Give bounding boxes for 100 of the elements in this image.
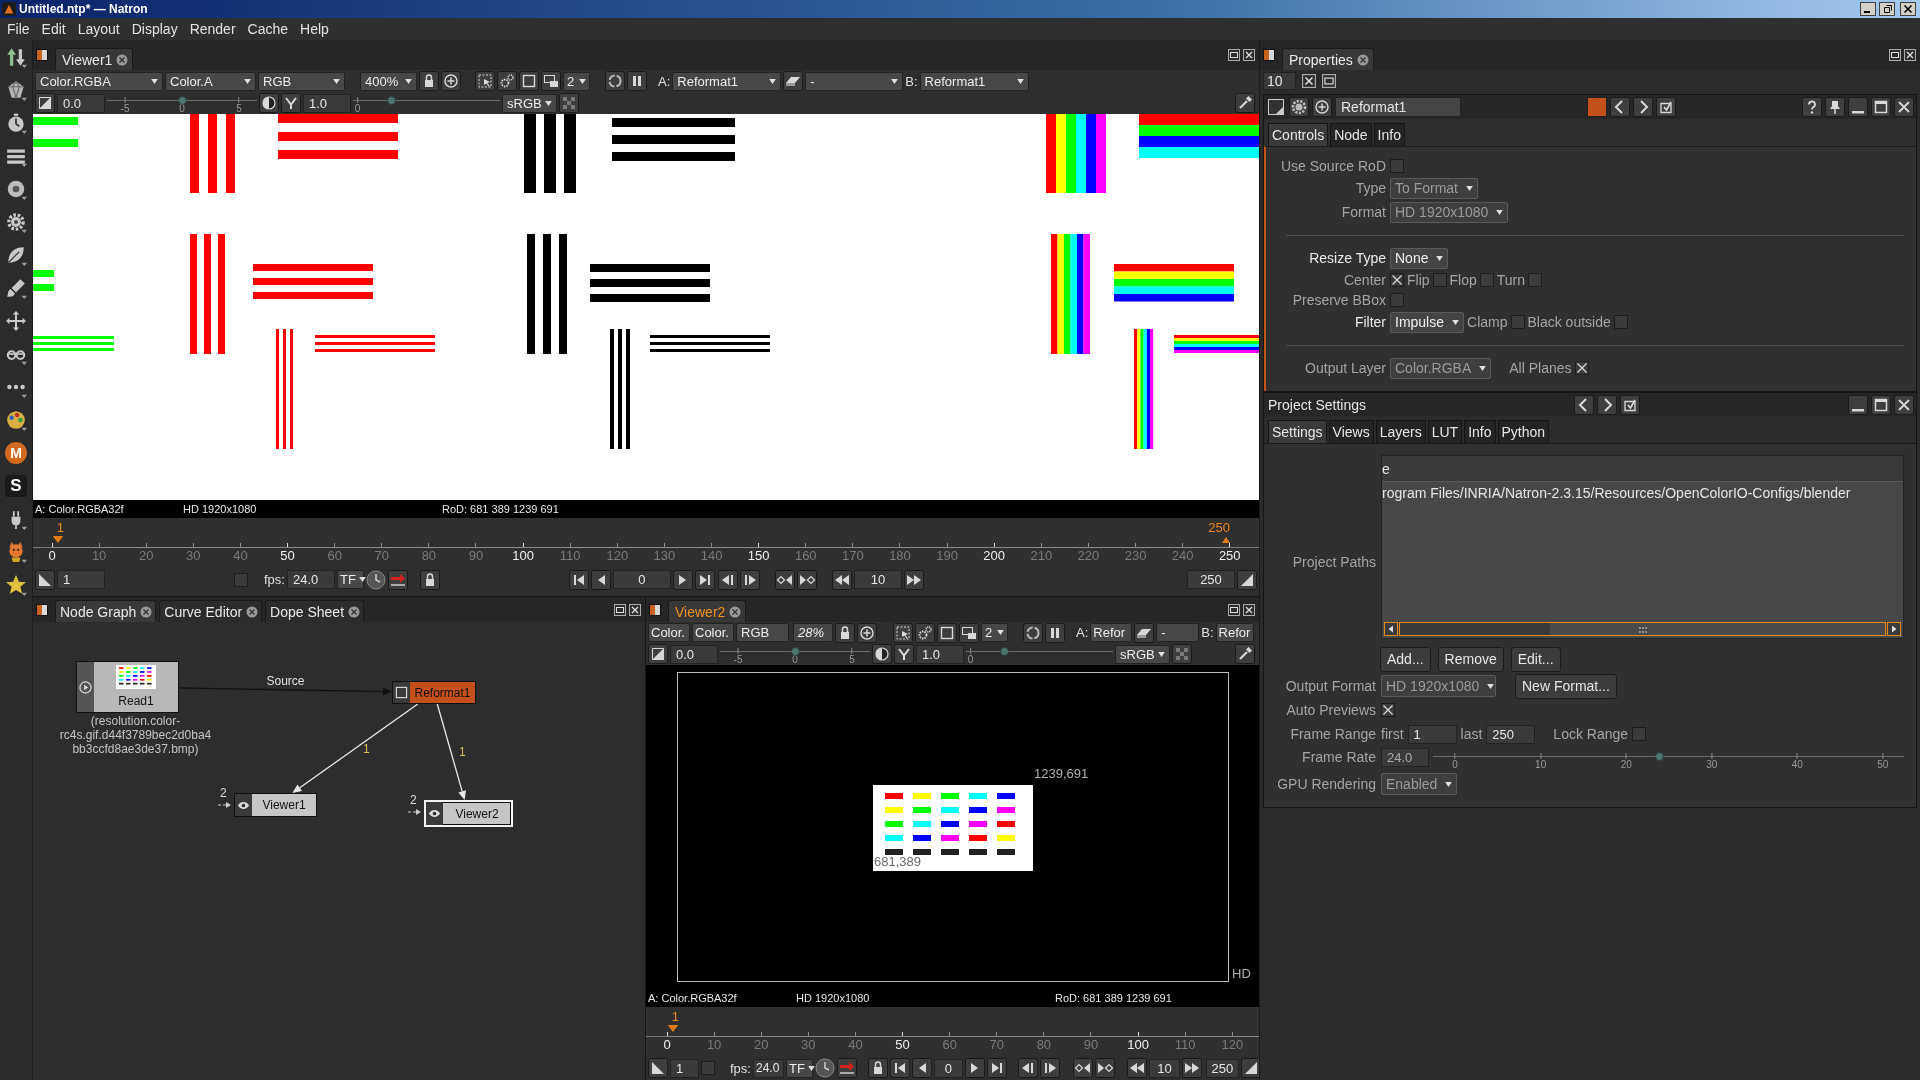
input-a-dropdown[interactable]: Reformat1 <box>672 71 782 91</box>
refresh-icon[interactable] <box>1023 622 1043 643</box>
first-frame-field[interactable]: 1 <box>57 570 105 589</box>
skip-forward-icon[interactable] <box>986 1058 1007 1078</box>
display-channels-dropdown[interactable]: RGB <box>258 71 345 91</box>
star-icon[interactable] <box>5 574 27 596</box>
screens-icon[interactable] <box>541 71 561 91</box>
help-icon[interactable] <box>1802 97 1822 117</box>
square-icon[interactable] <box>937 622 957 643</box>
plus-circle-icon[interactable] <box>1312 97 1332 117</box>
colorspace-dropdown[interactable]: sRGB <box>1115 644 1170 664</box>
parameter-dropdown[interactable]: None <box>1390 247 1449 269</box>
first-frame-field[interactable]: 1 <box>670 1058 699 1078</box>
settings-tab[interactable]: Layers <box>1375 420 1426 443</box>
palette-icon[interactable] <box>5 409 27 431</box>
screens-icon[interactable] <box>959 622 979 643</box>
chevron-right-icon[interactable] <box>1597 394 1618 415</box>
letter-tool-icon[interactable]: S <box>5 475 27 497</box>
clock-icon[interactable] <box>814 1058 835 1078</box>
properties-tab[interactable]: Properties <box>1282 48 1374 70</box>
lock-icon[interactable] <box>419 71 439 91</box>
playhead-icon[interactable] <box>667 1025 679 1032</box>
first-frame-field[interactable]: 1 <box>1407 724 1457 744</box>
dashed-square-icon[interactable] <box>893 622 913 643</box>
fps-field[interactable]: 24.0 <box>752 1058 784 1078</box>
end-marker-icon[interactable] <box>1222 537 1230 543</box>
close-icon[interactable] <box>1894 394 1914 415</box>
checkbox[interactable] <box>1613 315 1628 329</box>
split-square-icon[interactable] <box>36 603 48 616</box>
zoom-dropdown[interactable]: 28% <box>793 623 833 642</box>
composite-dropdown[interactable]: - <box>1156 623 1200 642</box>
input-b-dropdown[interactable]: Refor <box>1215 623 1254 642</box>
refresh-icon[interactable] <box>605 71 625 91</box>
display-channels-dropdown[interactable]: RGB <box>736 623 789 642</box>
menu-item[interactable]: File <box>1 19 36 39</box>
dotted-circles-icon[interactable] <box>497 71 517 91</box>
square-icon[interactable] <box>519 71 539 91</box>
table-cell[interactable]: rogram Files/INRIA/Natron-2.3.15/Resources/OpenColorIO-Configs/blender <box>1382 482 1903 504</box>
menu-item[interactable]: Render <box>183 19 242 39</box>
checkbox[interactable] <box>1528 273 1543 287</box>
rewind-icon[interactable] <box>831 569 852 590</box>
settings-tab[interactable]: Views <box>1328 420 1374 443</box>
settings-tab[interactable]: Node <box>1330 123 1372 146</box>
corner-triangle-icon[interactable] <box>1240 1058 1259 1078</box>
close-icon[interactable] <box>1900 2 1916 16</box>
last-frame-field[interactable]: 250 <box>1205 1058 1239 1078</box>
close-icon[interactable] <box>629 603 641 616</box>
lock-icon[interactable] <box>867 1058 888 1078</box>
diagonal-square-icon[interactable] <box>648 644 668 664</box>
eyedropper-icon[interactable] <box>1235 93 1255 113</box>
menu-item[interactable]: Display <box>125 19 184 39</box>
maximize-icon[interactable] <box>1871 394 1891 415</box>
menu-item[interactable]: Edit <box>35 19 72 39</box>
viewer-tab[interactable]: Viewer2 <box>668 600 747 622</box>
gain-field[interactable]: 0.0 <box>57 93 105 113</box>
path-button[interactable]: Add... <box>1380 646 1431 672</box>
close-icon[interactable] <box>1243 603 1255 616</box>
maximize-icon[interactable] <box>1871 97 1891 117</box>
chevron-left-icon[interactable] <box>1610 97 1630 117</box>
checkbox[interactable] <box>1390 293 1404 307</box>
stopwatch-icon[interactable] <box>5 112 27 134</box>
split-square-icon[interactable] <box>1263 49 1275 61</box>
gamma-icon[interactable] <box>894 644 914 664</box>
restore-icon[interactable] <box>1879 2 1895 16</box>
pause-icon[interactable] <box>1045 622 1065 643</box>
lock-icon[interactable] <box>419 569 440 590</box>
contrast-icon[interactable] <box>872 644 892 664</box>
checkerboard-icon[interactable] <box>559 93 579 113</box>
viewer-tab[interactable]: Viewer1 <box>55 48 134 70</box>
square-corner-icon[interactable] <box>1266 97 1286 117</box>
diamond-back-icon[interactable] <box>1072 1058 1093 1078</box>
close-icon[interactable] <box>1894 97 1914 117</box>
path-button[interactable]: Remove <box>1437 646 1504 672</box>
step-back-icon[interactable] <box>1017 1058 1038 1078</box>
timeline-track[interactable]: 1 250 <box>52 518 1230 548</box>
plus-circle-icon[interactable] <box>441 71 461 91</box>
new-format-button[interactable]: New Format... <box>1515 673 1617 699</box>
output-format-dropdown[interactable]: HD 1920x1080 <box>1381 675 1496 697</box>
slider-thumb[interactable] <box>999 647 1009 656</box>
checkbox[interactable] <box>1390 273 1404 287</box>
nested-square-icon[interactable] <box>1228 49 1240 61</box>
contrast-icon[interactable] <box>259 93 279 113</box>
current-frame-field[interactable]: 0 <box>933 1058 963 1078</box>
settings-tab[interactable]: Python <box>1497 420 1550 443</box>
views-dropdown[interactable]: 2 <box>563 71 590 91</box>
slider-thumb[interactable] <box>790 647 800 656</box>
step-forward-icon[interactable] <box>1039 1058 1060 1078</box>
checkbox[interactable] <box>1574 361 1589 375</box>
node-name-field[interactable]: Reformat1 <box>1335 97 1461 117</box>
last-frame-field[interactable]: 250 <box>1486 724 1536 744</box>
nested-square-icon[interactable] <box>1228 603 1240 616</box>
settings-tab[interactable]: Settings <box>1268 420 1327 443</box>
playback-mode-dropdown[interactable]: TF <box>336 570 364 589</box>
gear-icon[interactable] <box>1289 97 1309 117</box>
node[interactable]: Read1 <box>76 661 179 713</box>
dotted-circles-icon[interactable] <box>915 622 935 643</box>
letter-tool-icon[interactable]: M <box>5 442 27 464</box>
parameter-dropdown[interactable]: HD 1920x1080 <box>1390 201 1509 223</box>
node[interactable]: Viewer2 <box>424 800 513 827</box>
step-forward-icon[interactable] <box>739 569 760 590</box>
